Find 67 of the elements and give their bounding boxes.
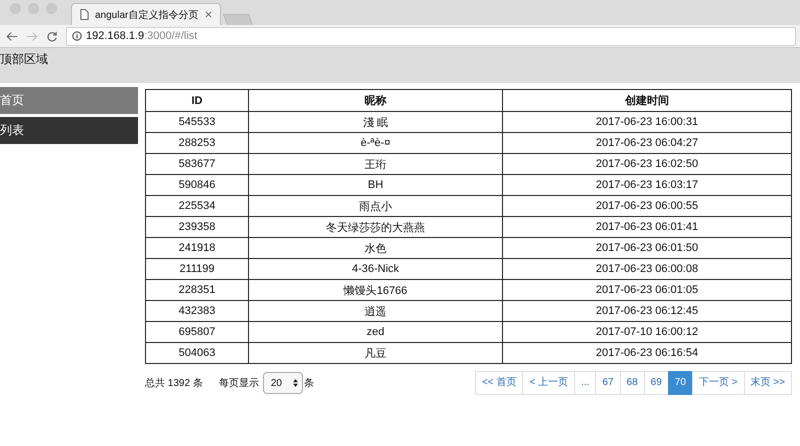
updown-icon <box>292 379 298 387</box>
table-cell: 2017-06-23 16:02:50 <box>502 154 792 174</box>
column-header: 创建时间 <box>502 90 792 112</box>
table-cell: 冬天绿莎莎的大燕燕 <box>248 216 502 238</box>
new-tab-button[interactable] <box>223 14 253 25</box>
table-cell: BH <box>248 174 502 196</box>
page-link[interactable]: 70 <box>668 371 693 395</box>
url-text: 192.168.1.9:3000/#/list <box>86 30 198 42</box>
table-cell: zed <box>248 322 502 342</box>
per-page-select[interactable]: 20 <box>262 372 303 394</box>
table-cell: 凡豆 <box>248 342 502 364</box>
table-cell: 241918 <box>146 238 248 258</box>
table-cell: 逍遥 <box>248 300 502 322</box>
table-cell: 288253 <box>146 132 248 154</box>
sidebar-item[interactable]: 首页 <box>0 87 138 114</box>
table-cell: 239358 <box>146 216 248 238</box>
page-link[interactable]: ... <box>574 371 596 395</box>
address-bar[interactable]: 192.168.1.9:3000/#/list <box>66 26 796 46</box>
browser-tab[interactable]: angular自定义指令分页 <box>71 3 221 25</box>
table-cell: 432383 <box>146 300 248 322</box>
table-cell: 583677 <box>146 154 248 174</box>
table-cell: 水色 <box>248 238 502 258</box>
page-link[interactable]: 下一页 > <box>692 371 745 395</box>
page-link[interactable]: 末页 >> <box>744 371 792 395</box>
page-link[interactable]: 69 <box>644 371 669 395</box>
table-cell: 695807 <box>146 322 248 342</box>
table-cell: 淺 眠 <box>248 112 502 132</box>
total-count: 总共 1392 条 <box>145 376 203 390</box>
table-cell: è-ªè-¤ <box>248 132 502 154</box>
page-icon <box>80 9 89 20</box>
info-icon <box>72 31 82 41</box>
per-page-label: 每页显示 <box>218 377 259 390</box>
table-cell: 2017-06-23 06:04:27 <box>502 132 792 154</box>
table-cell: 4-36-Nick <box>248 258 502 280</box>
table-cell: 2017-06-23 06:00:55 <box>502 196 792 216</box>
page-link[interactable]: < 上一页 <box>522 371 576 395</box>
table-cell: 228351 <box>146 280 248 300</box>
table-cell: 545533 <box>146 112 248 132</box>
page-link[interactable]: << 首页 <box>474 371 524 395</box>
table-cell: 504063 <box>146 342 248 364</box>
table-cell: 225534 <box>146 196 248 216</box>
table-cell: 2017-06-23 16:03:17 <box>502 174 792 196</box>
table-cell: 2017-06-23 06:01:41 <box>502 216 792 238</box>
reload-icon[interactable] <box>46 30 58 42</box>
table-cell: 211199 <box>146 258 248 280</box>
page-link[interactable]: 68 <box>620 371 645 395</box>
table-cell: 2017-06-23 16:00:31 <box>502 112 792 132</box>
table-cell: 2017-06-23 06:01:50 <box>502 238 792 258</box>
back-icon[interactable] <box>6 30 18 42</box>
table-cell: 雨点小 <box>248 196 502 216</box>
column-header: ID <box>146 90 248 112</box>
table-cell: 懒馒头16766 <box>248 280 502 300</box>
close-icon[interactable] <box>205 11 212 18</box>
table-cell: 2017-07-10 16:00:12 <box>502 322 792 342</box>
forward-icon[interactable] <box>26 30 38 42</box>
table-cell: 2017-06-23 06:16:54 <box>502 342 792 364</box>
table-cell: 2017-06-23 06:01:05 <box>502 280 792 300</box>
header-title: 顶部区域 <box>0 51 48 68</box>
tab-title: angular自定义指令分页 <box>95 8 200 22</box>
per-page-unit: 条 <box>304 377 314 390</box>
table-cell: 王珩 <box>248 154 502 174</box>
table-cell: 2017-06-23 06:00:08 <box>502 258 792 280</box>
table-cell: 2017-06-23 06:12:45 <box>502 300 792 322</box>
sidebar-item[interactable]: 列表 <box>0 117 138 144</box>
page-link[interactable]: 67 <box>595 371 621 395</box>
column-header: 昵称 <box>248 90 502 112</box>
table-cell: 590846 <box>146 174 248 196</box>
